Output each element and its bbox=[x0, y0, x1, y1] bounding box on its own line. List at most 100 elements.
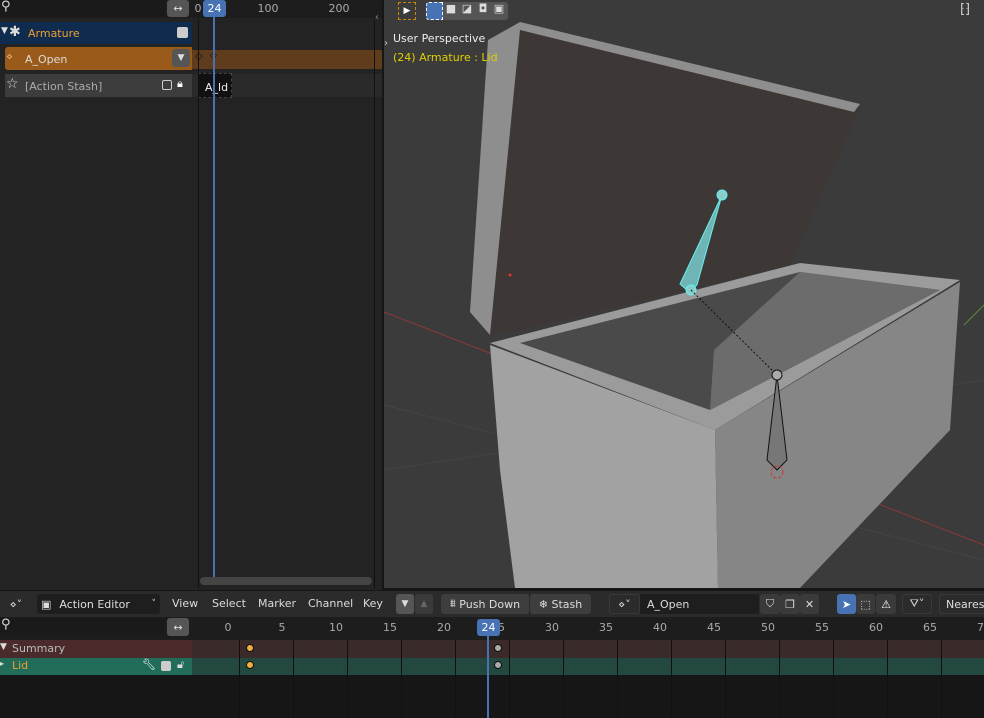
channel-label: A_Open bbox=[25, 53, 68, 66]
action-browse-button[interactable]: ⋄˅ bbox=[609, 594, 640, 614]
tool-select-icon[interactable]: ▶ bbox=[398, 2, 416, 20]
expand-sidebar-icon[interactable]: › bbox=[384, 38, 388, 49]
ruler-tick: 20 bbox=[437, 621, 451, 634]
only-selected-button[interactable]: ➤ bbox=[837, 594, 856, 614]
editor-icon[interactable]: ⋄˅ bbox=[1, 594, 31, 614]
nla-tick: 200 bbox=[328, 2, 350, 15]
gridline bbox=[239, 640, 240, 718]
select-intersect-icon[interactable]: ▣ bbox=[491, 2, 507, 20]
push-down-icon: ⩩ bbox=[449, 597, 456, 610]
keyframe[interactable] bbox=[245, 644, 254, 652]
ruler-tick: 60 bbox=[869, 621, 883, 634]
select-extend-icon[interactable]: ■ bbox=[443, 2, 459, 20]
search-icon: ⚲ bbox=[1, 0, 11, 14]
nla-tick: 100 bbox=[257, 2, 279, 15]
horizontal-scrollbar[interactable] bbox=[200, 577, 372, 585]
menu-select[interactable]: Select bbox=[212, 597, 246, 610]
push-down-icon[interactable]: ▼ bbox=[172, 49, 190, 67]
ruler-tick: 15 bbox=[383, 621, 397, 634]
gridline bbox=[617, 640, 618, 718]
push-down-button[interactable]: ⩩ Push Down bbox=[441, 594, 529, 614]
channel-armature[interactable]: ▼ ✱ Armature bbox=[0, 22, 192, 44]
snap-dropdown[interactable]: Nearest bbox=[939, 594, 984, 614]
gridline bbox=[563, 640, 564, 718]
channel-action[interactable]: ⋄ A_Open ▼ bbox=[5, 47, 192, 70]
menu-view[interactable]: View bbox=[172, 597, 198, 610]
ruler-tick: 70 bbox=[977, 621, 984, 634]
ruler-tick: 55 bbox=[815, 621, 829, 634]
channel-label: Lid bbox=[12, 659, 29, 672]
channel-search-input[interactable]: ⚲ bbox=[0, 617, 165, 636]
ruler-tick: 0 bbox=[224, 621, 232, 634]
stash-label: Stash bbox=[551, 597, 583, 611]
select-new-icon[interactable] bbox=[426, 2, 443, 20]
channel-lid[interactable]: ▸ Lid 🔧︎ 🔓︎ bbox=[0, 658, 192, 675]
ruler-tick: 10 bbox=[329, 621, 343, 634]
nla-editor: ⚲ ↔ 0 100 200 24 ▼ ✱ Armature ⋄ A_Open ▼… bbox=[0, 0, 382, 590]
duplicate-action-button[interactable]: ❐ bbox=[780, 594, 800, 614]
action-icon: ⋄ bbox=[6, 50, 13, 63]
menu-marker[interactable]: Marker bbox=[258, 597, 296, 610]
ruler-tick: 45 bbox=[707, 621, 721, 634]
expand-icon[interactable]: ▼ bbox=[1, 26, 8, 36]
fake-user-button[interactable]: ⛉ bbox=[760, 594, 780, 614]
playhead bbox=[213, 17, 215, 577]
unlock-icon[interactable]: 🔓︎ bbox=[177, 658, 184, 672]
object-info: (24) Armature : Lid bbox=[393, 51, 498, 64]
current-frame-indicator[interactable]: 24 bbox=[203, 0, 226, 17]
gridline bbox=[779, 640, 780, 718]
menu-channel[interactable]: Channel bbox=[308, 597, 353, 610]
layer-up-button[interactable]: ▲ bbox=[415, 594, 433, 614]
divider bbox=[374, 20, 375, 588]
show-hidden-button[interactable]: ⬚ bbox=[856, 594, 875, 614]
gridline bbox=[455, 640, 456, 718]
gridline bbox=[725, 640, 726, 718]
channel-stash[interactable]: ☆ [Action Stash] 🔒︎ bbox=[5, 74, 192, 97]
search-icon: ⚲ bbox=[1, 617, 11, 632]
checkbox[interactable] bbox=[162, 80, 172, 90]
chevron-down-icon: ˅ bbox=[151, 599, 157, 609]
search-input[interactable]: ⚲ bbox=[0, 0, 165, 17]
push-down-label: Push Down bbox=[459, 597, 521, 611]
expand-icon[interactable]: ▸ bbox=[0, 659, 4, 668]
filter-dropdown[interactable]: ⛛˅ bbox=[902, 594, 932, 614]
select-invert-icon[interactable]: ◘ bbox=[475, 2, 491, 20]
action-editor-icon: ▣ bbox=[41, 597, 52, 611]
divider bbox=[198, 20, 199, 588]
lid-track bbox=[192, 658, 984, 675]
star-icon: ☆ bbox=[6, 76, 19, 92]
ruler-tick: 40 bbox=[653, 621, 667, 634]
checkbox[interactable] bbox=[177, 27, 188, 38]
summary-track bbox=[192, 640, 984, 658]
keyframe[interactable] bbox=[245, 661, 254, 669]
swap-button[interactable]: ↔ bbox=[167, 618, 189, 636]
ruler-tick: 50 bbox=[761, 621, 775, 634]
checkbox[interactable] bbox=[161, 661, 171, 671]
gizmo-icon[interactable]: ⁅⁆ bbox=[960, 2, 970, 17]
3d-viewport[interactable]: ▶ ■ ◪ ◘ ▣ ⁅⁆ User Perspective (24) Armat… bbox=[384, 0, 984, 588]
current-frame-indicator[interactable]: 24 bbox=[477, 619, 500, 636]
mode-label: Action Editor bbox=[59, 597, 130, 611]
unlink-action-button[interactable]: ✕ bbox=[800, 594, 819, 614]
wrench-icon[interactable]: 🔧︎ bbox=[142, 658, 156, 671]
only-errors-button[interactable]: ⚠ bbox=[876, 594, 896, 614]
ruler-tick: 65 bbox=[923, 621, 937, 634]
channel-label: Summary bbox=[12, 642, 66, 655]
gridline bbox=[293, 640, 294, 718]
selection-mode-group: ■ ◪ ◘ ▣ bbox=[426, 2, 508, 20]
mode-dropdown[interactable]: ▣ Action Editor ˅ bbox=[37, 594, 160, 614]
collapse-icon[interactable]: ‹ bbox=[375, 12, 379, 23]
layer-down-button[interactable]: ▼ bbox=[396, 594, 414, 614]
nla-strip[interactable]: A_ld bbox=[198, 73, 232, 98]
select-subtract-icon[interactable]: ◪ bbox=[459, 2, 475, 20]
menu-key[interactable]: Key bbox=[363, 597, 383, 610]
playhead[interactable] bbox=[487, 632, 489, 718]
expand-icon[interactable]: ▼ bbox=[0, 642, 7, 652]
lock-icon[interactable]: 🔒︎ bbox=[177, 77, 183, 91]
gridline bbox=[671, 640, 672, 718]
channel-summary[interactable]: ▼ Summary bbox=[0, 640, 192, 658]
swap-button[interactable]: ↔ bbox=[167, 0, 189, 17]
action-track: ◇ ◇ bbox=[192, 50, 382, 69]
stash-button[interactable]: ❄ Stash bbox=[530, 594, 591, 614]
action-name-field[interactable]: A_Open bbox=[640, 594, 759, 614]
